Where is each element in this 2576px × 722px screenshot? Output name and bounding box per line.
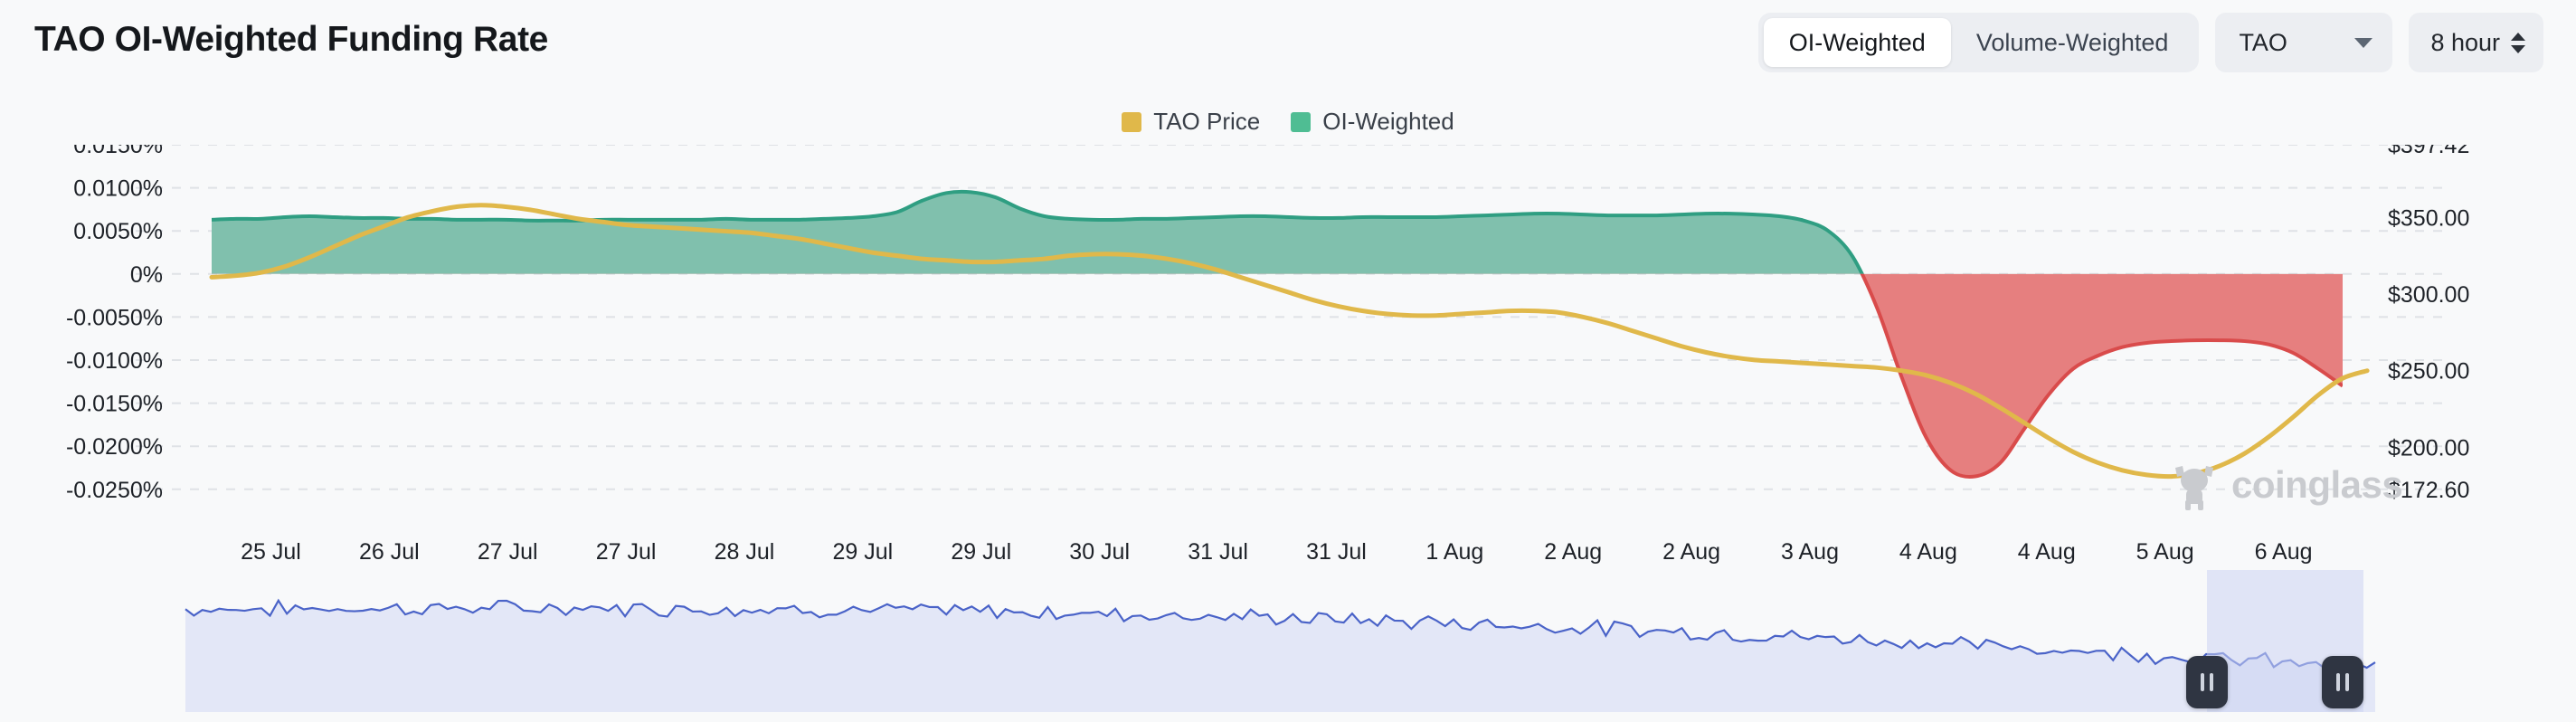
chart-plot-area[interactable]: 0.0150% 0.0100% 0.0050% 0% -0.0050% -0.0100% -… xyxy=(0,145,2576,570)
legend-swatch-tao-price xyxy=(1122,111,1142,132)
x-axis-tick: 5 Aug xyxy=(2136,539,2194,565)
x-axis-tick: 28 Jul xyxy=(714,539,775,565)
chart-svg: 0.0150% 0.0100% 0.0050% 0% -0.0050% -0.0100% -… xyxy=(66,145,2469,503)
x-axis-tick: 25 Jul xyxy=(241,539,301,565)
y-axis-left-tick: 0.0100% xyxy=(73,176,163,202)
y-axis-left-tick: -0.0200% xyxy=(66,434,163,460)
y-axis-right-tick: $350.00 xyxy=(2388,205,2469,231)
chart-legend: TAO Price OI-Weighted xyxy=(0,108,2576,136)
x-axis-tick: 3 Aug xyxy=(1781,539,1839,565)
x-axis-tick: 29 Jul xyxy=(951,539,1012,565)
x-axis-tick: 4 Aug xyxy=(1899,539,1957,565)
y-axis-left-tick: 0.0150% xyxy=(73,145,163,158)
x-axis-tick: 27 Jul xyxy=(477,539,538,565)
header-controls: OI-Weighted Volume-Weighted TAO 8 hour xyxy=(1757,13,2543,72)
y-axis-right-labels: $397.42 $350.00 $300.00 $250.00 $200.00 $172.… xyxy=(2388,145,2469,503)
tab-volume-weighted[interactable]: Volume-Weighted xyxy=(1951,18,2194,67)
y-axis-left-tick: -0.0050% xyxy=(66,305,163,330)
interval-select[interactable]: 8 hour xyxy=(2409,13,2543,72)
x-axis-tick: 27 Jul xyxy=(595,539,657,565)
up-down-arrows-icon xyxy=(2511,32,2525,53)
chevron-down-icon xyxy=(2354,37,2373,48)
nav-handle-left[interactable] xyxy=(2186,656,2228,708)
y-axis-left-tick: -0.0150% xyxy=(66,392,163,417)
legend-label-tao-price: TAO Price xyxy=(1153,108,1261,135)
nav-handle-right[interactable] xyxy=(2322,656,2363,708)
x-axis-tick: 2 Aug xyxy=(1544,539,1603,565)
navigator-series xyxy=(185,598,2376,712)
tab-oi-weighted[interactable]: OI-Weighted xyxy=(1763,18,1951,67)
navigator-area-fill xyxy=(185,600,2375,712)
symbol-select-value: TAO xyxy=(2239,28,2287,56)
funding-rate-area-series xyxy=(212,189,2343,480)
funding-rate-chart-page: TAO OI-Weighted Funding Rate OI-Weighted… xyxy=(0,0,2576,722)
y-axis-right-tick: $250.00 xyxy=(2388,359,2469,385)
y-axis-left-tick: 0% xyxy=(130,262,163,288)
x-axis-tick: 6 Aug xyxy=(2254,539,2313,565)
y-axis-left-labels: 0.0150% 0.0100% 0.0050% 0% -0.0050% -0.0100% -… xyxy=(66,145,163,503)
y-axis-right-tick: $300.00 xyxy=(2388,282,2469,308)
weighting-toggle-group: OI-Weighted Volume-Weighted xyxy=(1757,13,2200,72)
symbol-select[interactable]: TAO xyxy=(2215,13,2393,72)
x-axis-tick: 26 Jul xyxy=(358,539,420,565)
x-axis-tick: 30 Jul xyxy=(1069,539,1131,565)
x-axis-tick: 1 Aug xyxy=(1425,539,1484,565)
y-axis-left-tick: -0.0100% xyxy=(66,348,163,374)
page-title: TAO OI-Weighted Funding Rate xyxy=(34,20,548,59)
x-axis-tick: 31 Jul xyxy=(1306,539,1367,565)
x-axis-tick: 31 Jul xyxy=(1188,539,1248,565)
y-axis-left-tick: 0.0050% xyxy=(73,219,163,244)
range-navigator[interactable] xyxy=(0,565,2576,722)
y-axis-left-tick: -0.0250% xyxy=(66,478,163,503)
y-axis-right-tick: $172.60 xyxy=(2388,478,2469,503)
legend-item-tao-price[interactable]: TAO Price xyxy=(1122,108,1260,136)
legend-label-oi-weighted: OI-Weighted xyxy=(1322,108,1454,135)
header: TAO OI-Weighted Funding Rate OI-Weighted… xyxy=(0,0,2576,87)
x-axis-tick: 29 Jul xyxy=(832,539,894,565)
legend-item-oi-weighted[interactable]: OI-Weighted xyxy=(1291,108,1454,136)
x-axis-tick: 4 Aug xyxy=(2017,539,2076,565)
legend-swatch-oi-weighted xyxy=(1291,111,1312,132)
y-axis-right-tick: $200.00 xyxy=(2388,435,2469,461)
x-axis-tick: 2 Aug xyxy=(1662,539,1721,565)
interval-select-value: 8 hour xyxy=(2430,28,2500,56)
y-axis-right-tick: $397.42 xyxy=(2388,145,2469,158)
